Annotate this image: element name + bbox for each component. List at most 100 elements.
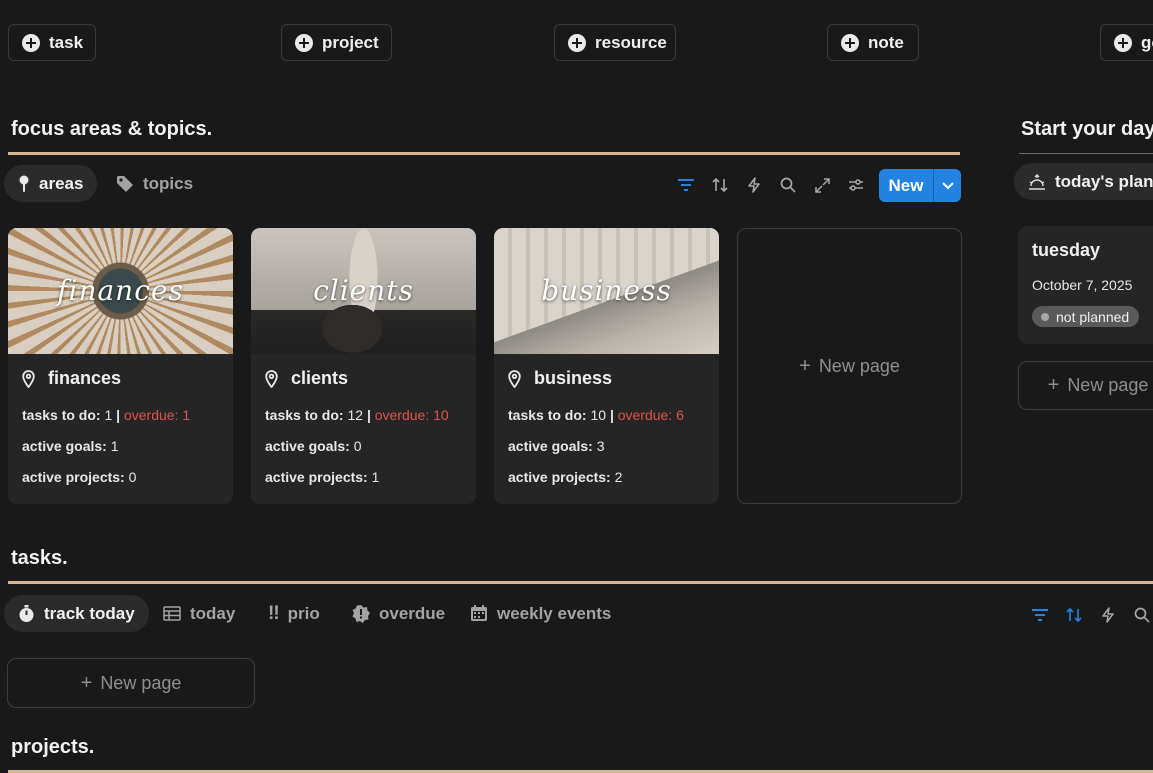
tasks-section-title: tasks.: [11, 547, 68, 569]
tab-weekly-events[interactable]: weekly events: [456, 595, 625, 632]
area-card-business[interactable]: business business tasks to do: 10 | over…: [494, 228, 719, 504]
plus-icon: +: [799, 354, 811, 377]
new-button-label: New: [879, 169, 934, 202]
tab-track-today[interactable]: track today: [4, 595, 149, 632]
active-projects-prop: active projects: 0: [22, 469, 137, 485]
active-projects-prop: active projects: 2: [508, 469, 623, 485]
filter-icon[interactable]: [1029, 604, 1051, 626]
lightning-icon[interactable]: [1097, 604, 1119, 626]
area-card-clients[interactable]: clients clients tasks to do: 12 | overdu…: [251, 228, 476, 504]
add-resource-label: resource: [595, 32, 667, 52]
add-project-label: project: [322, 32, 379, 52]
tab-todays-planning[interactable]: today's planning: [1014, 163, 1153, 200]
cover-title: business: [541, 274, 672, 307]
plus-circle-icon: [568, 33, 586, 52]
add-note-label: note: [868, 32, 904, 52]
tasks-view-toolbar: [1029, 604, 1153, 626]
cover-title: finances: [57, 274, 184, 307]
tag-icon: [117, 175, 133, 192]
new-page-label: New page: [100, 672, 182, 693]
tab-topics[interactable]: topics: [102, 165, 207, 202]
location-pin-icon: [22, 369, 35, 388]
active-goals-prop: active goals: 1: [22, 438, 119, 454]
add-resource-button[interactable]: resource: [554, 24, 676, 61]
new-button[interactable]: New: [879, 169, 961, 202]
add-goal-button[interactable]: goal: [1100, 24, 1153, 61]
day-name: tuesday: [1032, 240, 1101, 260]
card-title: clients: [265, 368, 348, 389]
tab-areas[interactable]: areas: [4, 165, 98, 202]
projects-section-title: projects.: [11, 736, 95, 758]
cover-image: finances: [8, 228, 233, 354]
plus-icon: +: [80, 671, 93, 694]
card-title-text: finances: [48, 368, 122, 388]
filter-icon[interactable]: [675, 174, 697, 196]
tasks-to-do-prop: tasks to do: 12 | overdue: 10: [265, 407, 449, 423]
double-exclamation-icon: !!: [268, 602, 280, 624]
expand-icon[interactable]: [811, 174, 833, 196]
cover-image: business: [494, 228, 719, 354]
search-icon[interactable]: [777, 174, 799, 196]
table-icon: [163, 606, 181, 621]
start-day-divider: [1019, 153, 1153, 154]
chevron-down-icon[interactable]: [934, 169, 961, 202]
add-project-button[interactable]: project: [281, 24, 392, 61]
card-title-text: business: [534, 368, 613, 388]
lightning-icon[interactable]: [743, 174, 765, 196]
tab-today[interactable]: today: [149, 595, 249, 632]
status-dot-icon: [1041, 312, 1049, 321]
active-projects-prop: active projects: 1: [265, 469, 380, 485]
tasks-new-page[interactable]: + New page: [7, 658, 255, 708]
area-card-finances[interactable]: finances finances tasks to do: 1 | overd…: [8, 228, 233, 504]
card-title-text: clients: [291, 368, 349, 388]
tasks-to-do-prop: tasks to do: 1 | overdue: 1: [22, 407, 191, 423]
cover-image: clients: [251, 228, 476, 354]
tab-overdue[interactable]: overdue: [338, 595, 459, 632]
cover-title: clients: [313, 274, 414, 307]
card-title: finances: [22, 368, 121, 389]
plus-circle-icon: [22, 33, 40, 52]
location-pin-icon: [508, 369, 521, 388]
add-goal-label: goal: [1141, 32, 1153, 52]
stopwatch-icon: [19, 604, 34, 622]
tab-topics-label: topics: [143, 173, 194, 193]
sunrise-icon: [1029, 173, 1045, 190]
plus-circle-icon: [295, 33, 313, 52]
pin-icon: [19, 175, 29, 192]
plus-circle-icon: [841, 33, 859, 52]
alert-badge-icon: [352, 604, 370, 623]
sort-icon[interactable]: [1063, 604, 1085, 626]
tab-overdue-label: overdue: [379, 603, 446, 623]
plus-circle-icon: [1114, 33, 1132, 52]
tab-today-label: today: [190, 603, 236, 623]
tab-prio[interactable]: !! prio: [254, 595, 334, 632]
add-task-button[interactable]: task: [8, 24, 96, 61]
settings-sliders-icon[interactable]: [845, 174, 867, 196]
status-badge: not planned: [1032, 306, 1140, 327]
start-day-title: Start your day: [1021, 118, 1153, 140]
start-day-new-page[interactable]: + New page: [1018, 361, 1153, 410]
tab-track-today-label: track today: [44, 603, 135, 623]
tasks-divider: [8, 581, 1153, 584]
sort-icon[interactable]: [709, 174, 731, 196]
active-goals-prop: active goals: 0: [265, 438, 362, 454]
plus-icon: +: [1047, 374, 1060, 396]
focus-section-title: focus areas & topics.: [11, 118, 213, 140]
day-card[interactable]: tuesday October 7, 2025 not planned: [1018, 226, 1153, 344]
tab-prio-label: prio: [287, 603, 320, 623]
add-task-label: task: [49, 32, 84, 52]
tab-areas-label: areas: [39, 173, 84, 193]
status-badge-label: not planned: [1056, 308, 1130, 325]
new-page-card[interactable]: + New page: [737, 228, 962, 504]
tab-weekly-events-label: weekly events: [497, 603, 612, 623]
focus-view-toolbar: [675, 174, 867, 196]
focus-divider: [8, 152, 960, 155]
new-page-label: New page: [818, 355, 900, 376]
search-icon[interactable]: [1131, 604, 1153, 626]
tab-todays-planning-label: today's planning: [1055, 171, 1153, 191]
tasks-to-do-prop: tasks to do: 10 | overdue: 6: [508, 407, 684, 423]
add-note-button[interactable]: note: [827, 24, 919, 61]
location-pin-icon: [265, 369, 278, 388]
card-title: business: [508, 368, 612, 389]
day-date: October 7, 2025: [1032, 277, 1133, 293]
